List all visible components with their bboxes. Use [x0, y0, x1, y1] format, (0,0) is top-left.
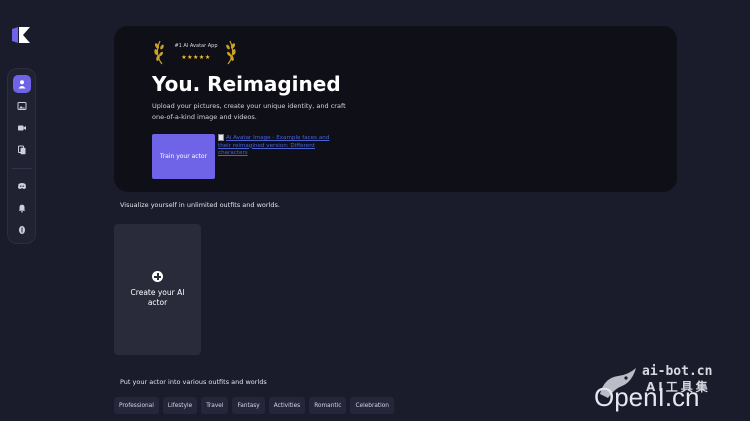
sidebar-divider: [11, 168, 32, 170]
plus-circle-icon: [152, 271, 163, 282]
copy-icon: [17, 145, 25, 154]
hero-title: You. Reimagined: [152, 72, 341, 96]
sidebar: [7, 68, 36, 244]
hero-example-image[interactable]: Ai Avatar Image - Example faces and thei…: [218, 134, 330, 158]
create-actor-label: Create your AI actor: [130, 288, 185, 307]
image-alt-text: Ai Avatar Image - Example faces and thei…: [218, 135, 330, 157]
watermark-site: ai-bot.cn: [642, 364, 713, 379]
outfits-heading: Put your actor into various outfits and …: [120, 378, 267, 386]
watermark-brand: OpenI.cn: [594, 382, 700, 412]
chip-professional[interactable]: Professional: [114, 397, 159, 414]
chip-travel[interactable]: Travel: [201, 397, 229, 414]
train-actor-button[interactable]: Train your actor: [152, 134, 215, 179]
award-badge-text: #1 AI Avatar App: [174, 43, 218, 49]
sidebar-item-actors[interactable]: [12, 75, 31, 93]
bell-icon: [18, 205, 25, 213]
hero-subtitle: Upload your pictures, create your unique…: [152, 101, 362, 123]
visualize-heading: Visualize yourself in unlimited outfits …: [120, 201, 280, 209]
app-logo[interactable]: [10, 26, 32, 44]
create-ai-actor-card[interactable]: Create your AI actor: [114, 224, 201, 355]
user-icon: [18, 80, 25, 89]
hero-subtitle-line: one-of-a-kind image and videos.: [152, 113, 257, 121]
hero-subtitle-line: Upload your pictures, create your unique…: [152, 102, 346, 110]
category-chips: Professional Lifestyle Travel Fantasy Ac…: [114, 397, 394, 414]
video-camera-icon: [17, 125, 26, 131]
sidebar-item-gallery[interactable]: [13, 97, 31, 115]
sidebar-item-discord[interactable]: [13, 177, 31, 195]
sidebar-item-credits[interactable]: [13, 221, 31, 239]
discord-icon: [17, 183, 26, 190]
credits-icon: [18, 226, 25, 235]
chip-lifestyle[interactable]: Lifestyle: [162, 397, 198, 414]
rating-stars: ★★★★★: [181, 54, 211, 61]
chip-fantasy[interactable]: Fantasy: [232, 397, 265, 414]
watermark: ai-bot.cn AI工具集 OpenI.cn: [594, 364, 744, 416]
sidebar-item-videos[interactable]: [13, 119, 31, 137]
image-gallery-icon: [17, 101, 26, 110]
chip-romantic[interactable]: Romantic: [309, 397, 347, 414]
chip-activities[interactable]: Activities: [268, 397, 306, 414]
sidebar-item-library[interactable]: [13, 141, 31, 159]
chip-celebration[interactable]: Celebration: [350, 397, 394, 414]
hero-banner: #1 AI Avatar App ★★★★★ You. Reimagined U…: [114, 26, 677, 192]
broken-image-icon: [218, 134, 224, 141]
sidebar-item-notifications[interactable]: [13, 199, 31, 217]
